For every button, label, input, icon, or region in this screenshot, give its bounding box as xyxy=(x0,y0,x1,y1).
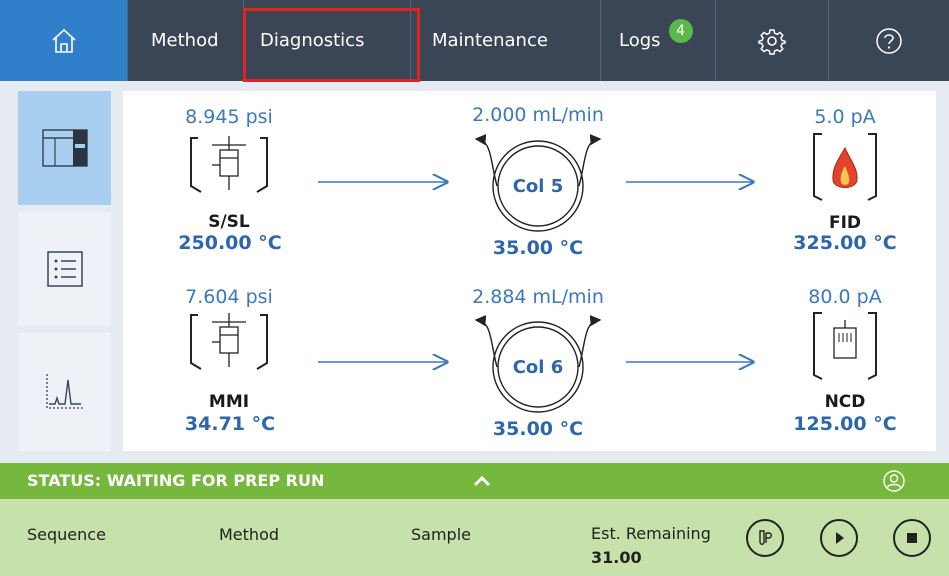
inlet2-name: MMI xyxy=(208,392,250,412)
inlet1-name: S/SL xyxy=(208,212,250,232)
detector2-name: NCD xyxy=(824,392,866,412)
sample-label: Sample xyxy=(411,525,471,544)
help-icon xyxy=(876,27,902,54)
sequence-label: Sequence xyxy=(27,525,106,544)
stop-run-button[interactable] xyxy=(893,519,931,557)
settings-button[interactable] xyxy=(715,0,828,81)
detector1-signal: 5.0 pA xyxy=(814,106,876,128)
list-icon xyxy=(46,251,83,287)
est-remaining-value: 31.00 xyxy=(591,548,642,567)
prep-run-button[interactable] xyxy=(746,519,784,557)
detector1-temp[interactable]: 325.00 °C xyxy=(770,232,920,254)
inlet2-temp[interactable]: 34.71 °C xyxy=(155,413,305,435)
play-icon xyxy=(836,532,844,544)
prep-run-icon xyxy=(759,530,772,545)
tab-diagnostics[interactable]: Diagnostics xyxy=(243,0,410,81)
status-bar[interactable]: STATUS: WAITING FOR PREP RUN xyxy=(0,463,949,499)
column1-temp[interactable]: 35.00 °C xyxy=(463,237,613,259)
instrument-icon xyxy=(41,129,88,167)
tab-maintenance[interactable]: Maintenance xyxy=(410,0,600,81)
tab-method-label: Method xyxy=(151,30,219,51)
inlet2-pressure: 7.604 psi xyxy=(185,286,273,308)
column2-name: Col 6 xyxy=(512,357,564,378)
rail-chromatogram[interactable] xyxy=(18,333,111,451)
detector1-name: FID xyxy=(828,213,862,233)
column2-temp[interactable]: 35.00 °C xyxy=(463,418,613,440)
logs-count-badge: 4 xyxy=(668,18,693,43)
column2-flow[interactable]: 2.884 mL/min xyxy=(448,286,628,308)
tab-logs-label: Logs xyxy=(619,30,661,51)
detector2-signal: 80.0 pA xyxy=(808,286,882,308)
rail-instrument-view[interactable] xyxy=(18,91,111,205)
tab-maintenance-label: Maintenance xyxy=(432,30,548,51)
method-label: Method xyxy=(219,525,280,544)
tab-method[interactable]: Method xyxy=(127,0,243,81)
tab-logs[interactable]: Logs 4 xyxy=(600,0,715,81)
est-remaining-label: Est. Remaining xyxy=(591,524,711,543)
user-icon[interactable] xyxy=(882,469,906,493)
help-button[interactable] xyxy=(828,0,949,81)
top-nav: Method Diagnostics Maintenance Logs 4 xyxy=(0,0,949,81)
inlet1-pressure: 8.945 psi xyxy=(185,106,273,128)
detector2-temp[interactable]: 125.00 °C xyxy=(770,413,920,435)
status-text: STATUS: WAITING FOR PREP RUN xyxy=(27,471,325,490)
inlet1-temp[interactable]: 250.00 °C xyxy=(155,232,305,254)
home-icon xyxy=(51,28,76,53)
column1-name: Col 5 xyxy=(512,176,564,197)
tab-diagnostics-label: Diagnostics xyxy=(260,30,365,51)
home-button[interactable] xyxy=(0,0,127,81)
rail-method-list[interactable] xyxy=(18,212,111,326)
gear-icon xyxy=(758,28,786,55)
chevron-up-icon[interactable] xyxy=(473,474,491,488)
chromatogram-icon xyxy=(45,374,83,409)
stop-icon xyxy=(907,533,917,543)
run-info-bar: Sequence Method Sample Est. Remaining 31… xyxy=(0,499,949,576)
column1-flow[interactable]: 2.000 mL/min xyxy=(448,104,628,126)
start-run-button[interactable] xyxy=(820,519,858,557)
